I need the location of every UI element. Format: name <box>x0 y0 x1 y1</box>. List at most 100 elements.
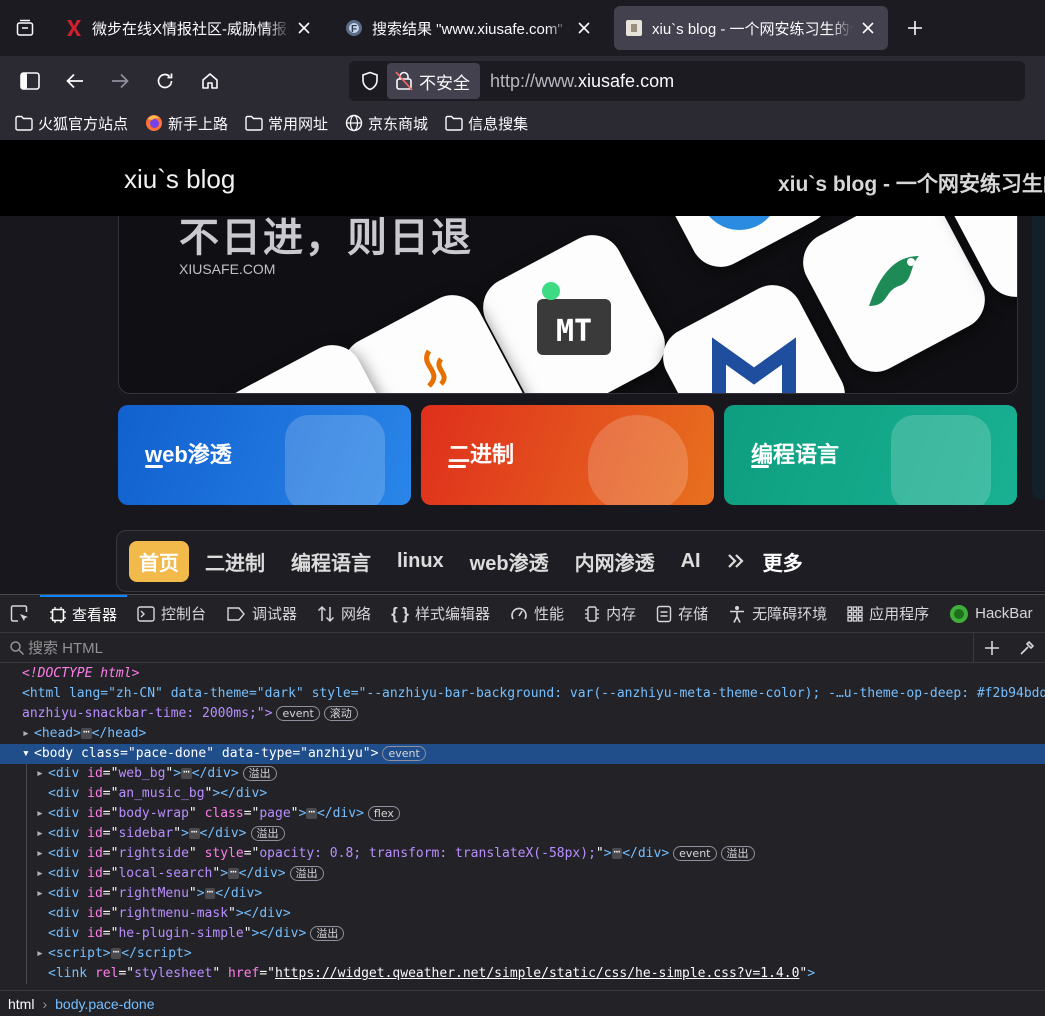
markup-line-div[interactable]: <div id="rightmenu-mask"></div> <box>0 904 1045 924</box>
back-button[interactable] <box>57 63 93 99</box>
collapsed-ellipsis[interactable]: ⋯ <box>228 866 239 879</box>
nav-item-more[interactable]: 更多 <box>763 547 803 576</box>
markup-line-div[interactable]: ▸ <div id="local-search"> ⋯ </div> 溢出 <box>0 864 1045 884</box>
markup-line-head[interactable]: ▸ <head> ⋯ </head> <box>0 724 1045 744</box>
category-card-programming[interactable]: 编程语言 <box>724 405 1017 505</box>
devtools-tab-application[interactable]: 应用程序 <box>837 595 939 633</box>
close-tab-icon[interactable] <box>858 18 878 38</box>
collapsed-ellipsis[interactable]: ⋯ <box>611 846 623 859</box>
breadcrumb-item-html[interactable]: html <box>8 996 34 1012</box>
nav-item-home[interactable]: 首页 <box>129 540 189 582</box>
category-card-binary[interactable]: 二进制 <box>421 405 714 505</box>
overflow-badge[interactable]: 溢出 <box>720 846 755 861</box>
reload-button[interactable] <box>147 63 183 99</box>
overflow-badge[interactable]: 溢出 <box>242 766 277 781</box>
markup-line-div[interactable]: ▸ <div id="web_bg"> ⋯ </div> 溢出 <box>0 764 1045 784</box>
markup-line-div[interactable]: ▸ <div id="rightMenu"> ⋯ </div> <box>0 884 1045 904</box>
devtools-tab-accessibility[interactable]: 无障碍环境 <box>718 595 837 633</box>
overflow-badge[interactable]: 溢出 <box>289 866 324 881</box>
bookmark-label: 信息搜集 <box>468 115 529 133</box>
markup-line-link[interactable]: <link rel="stylesheet" href="https://wid… <box>0 964 1045 984</box>
expand-triangle-icon[interactable]: ▸ <box>36 824 48 844</box>
markup-line-body-selected[interactable]: ▾ <body class="pace-done" data-type="anzh… <box>0 744 1045 764</box>
bookmark-getting-started[interactable]: 新手上路 <box>144 113 228 134</box>
event-badge[interactable]: event <box>382 746 426 761</box>
markup-line-div[interactable]: ▸ <div id="rightside" style="opacity: 0.8… <box>0 844 1045 864</box>
eyedropper-button[interactable] <box>1009 633 1045 663</box>
collapsed-ellipsis[interactable]: ⋯ <box>204 886 216 899</box>
scroll-badge[interactable]: 滚动 <box>323 706 358 721</box>
url-text[interactable]: http://www.xiusafe.com <box>490 71 674 92</box>
collapsed-ellipsis[interactable]: ⋯ <box>110 946 122 959</box>
bookmark-folder-common-sites[interactable]: 常用网址 <box>244 113 328 134</box>
event-badge[interactable]: event <box>276 706 320 721</box>
new-tab-button[interactable] <box>898 11 932 45</box>
expand-triangle-icon[interactable]: ▸ <box>36 884 48 904</box>
nav-item-binary[interactable]: 二进制 <box>205 547 265 576</box>
search-html-input[interactable]: 搜索 HTML <box>28 637 973 658</box>
nav-item-ai[interactable]: AI <box>681 550 701 573</box>
close-tab-icon[interactable] <box>294 18 314 38</box>
flex-badge[interactable]: flex <box>367 806 400 821</box>
shield-icon <box>362 71 378 91</box>
stylesheet-link[interactable]: https://widget.qweather.net/simple/stati… <box>275 966 799 981</box>
breadcrumb-item-body[interactable]: body.pace-done <box>55 996 154 1012</box>
nav-item-intranet[interactable]: 内网渗透 <box>575 547 655 576</box>
site-identity-button[interactable]: 不安全 <box>387 63 480 99</box>
bookmark-folder-info-gathering[interactable]: 信息搜集 <box>444 113 528 134</box>
expand-triangle-icon[interactable]: ▸ <box>36 944 48 964</box>
bookmark-folder-firefox-official[interactable]: 火狐官方站点 <box>14 113 128 134</box>
nav-item-web[interactable]: web渗透 <box>470 547 549 576</box>
add-node-button[interactable] <box>973 632 1009 663</box>
devtools-tab-inspector[interactable]: 查看器 <box>40 594 128 633</box>
markup-line-html[interactable]: <html lang="zh-CN" data-theme="dark" sty… <box>0 684 1045 704</box>
site-name-link[interactable]: xiu`s blog <box>124 164 235 195</box>
devtools-tab-console[interactable]: 控制台 <box>127 595 216 633</box>
bookmark-jd[interactable]: 京东商城 <box>344 113 428 134</box>
nav-item-linux[interactable]: linux <box>397 550 444 573</box>
markup-line-div[interactable]: ▸ <div id="body-wrap" class="page"> ⋯ </div… <box>0 804 1045 824</box>
markup-line-div[interactable]: <div id="an_music_bg"></div> <box>0 784 1045 804</box>
devtools-tab-hackbar[interactable]: HackBar <box>939 595 1043 633</box>
hero-banner[interactable]: 不日进，则日退 XIUSAFE.COM MT <box>118 190 1018 394</box>
double-chevron-right-icon[interactable] <box>727 553 745 569</box>
sidebar-toggle-button[interactable] <box>12 63 48 99</box>
devtools-tab-network[interactable]: 网络 <box>307 595 381 633</box>
url-bar[interactable]: 不安全 http://www.xiusafe.com <box>349 61 1025 101</box>
expand-triangle-icon[interactable]: ▸ <box>36 764 48 784</box>
expand-triangle-icon[interactable]: ▸ <box>36 844 48 864</box>
forward-button[interactable] <box>102 63 138 99</box>
expand-triangle-icon[interactable]: ▸ <box>36 864 48 884</box>
devtools-tab-memory[interactable]: 内存 <box>574 595 646 633</box>
close-tab-icon[interactable] <box>574 18 594 38</box>
devtools-tab-debugger[interactable]: 调试器 <box>216 595 307 633</box>
collapsed-ellipsis[interactable]: ⋯ <box>306 806 317 819</box>
collapsed-ellipsis[interactable]: ⋯ <box>188 826 200 839</box>
element-picker-button[interactable] <box>0 595 40 633</box>
browser-tab-xiusafe[interactable]: xiu`s blog - 一个网安练习生的个人博客 <box>614 6 888 50</box>
collapsed-ellipsis[interactable]: ⋯ <box>181 766 192 779</box>
tracking-protection-button[interactable] <box>355 66 385 96</box>
event-badge[interactable]: event <box>673 846 717 861</box>
overflow-badge[interactable]: 溢出 <box>310 926 345 941</box>
home-button[interactable] <box>192 63 228 99</box>
browser-tab-fofa[interactable]: F 搜索结果 "www.xiusafe.com" - FOFA <box>334 6 604 50</box>
overflow-badge[interactable]: 溢出 <box>250 826 285 841</box>
markup-line-html-cont[interactable]: anzhiyu-snackbar-time: 2000ms;"> event 滚动 <box>0 704 1045 724</box>
list-all-tabs-button[interactable] <box>8 11 42 45</box>
web-page: xiu`s blog xiu`s blog - 一个网安练习生的个人博客 不日进… <box>0 140 1045 594</box>
collapsed-ellipsis[interactable]: ⋯ <box>80 726 92 739</box>
markup-line-div[interactable]: ▸ <div id="sidebar"> ⋯ </div> 溢出 <box>0 824 1045 844</box>
nav-item-programming[interactable]: 编程语言 <box>291 547 371 576</box>
expand-triangle-icon[interactable]: ▸ <box>36 804 48 824</box>
devtools-tab-style-editor[interactable]: { } 样式编辑器 <box>381 595 500 633</box>
expand-triangle-icon[interactable]: ▸ <box>22 724 34 744</box>
markup-line-div[interactable]: <div id="he-plugin-simple"></div> 溢出 <box>0 924 1045 944</box>
category-card-web[interactable]: web渗透 <box>118 405 411 505</box>
markup-line-script[interactable]: ▸ <script> ⋯ </script> <box>0 944 1045 964</box>
devtools-tab-performance[interactable]: 性能 <box>500 595 574 633</box>
collapse-triangle-icon[interactable]: ▾ <box>22 744 34 764</box>
markup-line-doctype[interactable]: <!DOCTYPE html> <box>0 664 1045 684</box>
browser-tab-threatbook[interactable]: 微步在线X情报社区-威胁情报查询 <box>54 6 324 50</box>
devtools-tab-storage[interactable]: 存储 <box>646 595 718 633</box>
